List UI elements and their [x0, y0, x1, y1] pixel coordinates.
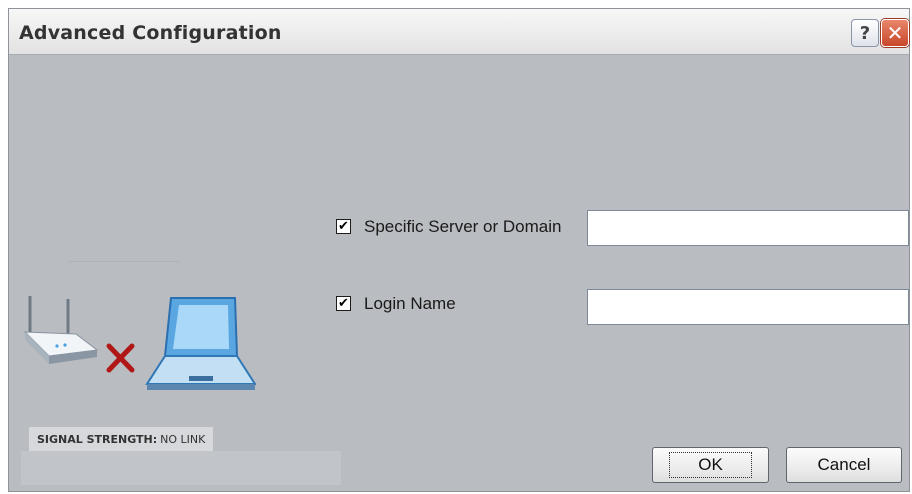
connection-illustration	[23, 296, 256, 390]
no-link-x-icon	[106, 343, 135, 373]
signal-strength-label: SIGNAL STRENGTH:	[37, 432, 158, 446]
help-button[interactable]: ?	[851, 19, 879, 47]
advanced-configuration-dialog: Advanced Configuration ? ✕ ✔ Specific Se…	[8, 8, 910, 492]
login-label: Login Name	[364, 294, 456, 313]
status-panel-bg	[21, 451, 341, 485]
title-bar[interactable]: Advanced Configuration ? ✕	[9, 9, 909, 55]
server-domain-input[interactable]	[587, 210, 909, 246]
ok-button-label: OK	[669, 452, 752, 478]
login-checkbox[interactable]: ✔	[336, 296, 351, 311]
dialog-title: Advanced Configuration	[19, 22, 282, 44]
router-icon	[23, 296, 99, 364]
ok-button[interactable]: OK	[652, 447, 769, 483]
cancel-button-label: Cancel	[817, 455, 871, 474]
server-label: Specific Server or Domain	[364, 217, 562, 236]
checkmark-icon: ✔	[338, 296, 349, 311]
login-name-input[interactable]	[587, 289, 909, 325]
cancel-button[interactable]: Cancel	[786, 447, 902, 483]
signal-strength-value: NO LINK	[160, 432, 206, 446]
help-icon: ?	[859, 22, 871, 44]
close-button[interactable]: ✕	[881, 19, 909, 47]
close-icon: ✕	[886, 21, 904, 45]
divider	[69, 261, 179, 262]
laptop-icon	[145, 297, 256, 390]
checkmark-icon: ✔	[338, 219, 349, 234]
signal-strength-status: SIGNAL STRENGTH: NO LINK	[29, 427, 214, 451]
server-checkbox[interactable]: ✔	[336, 219, 351, 234]
